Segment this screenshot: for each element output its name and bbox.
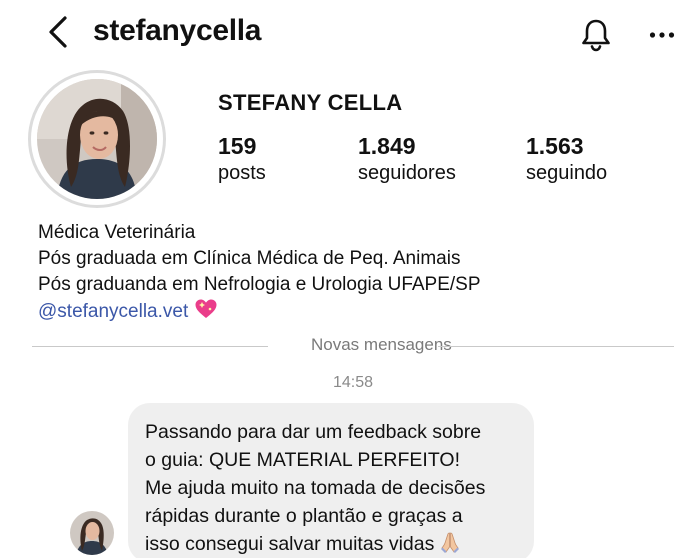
stat-following-label: seguindo — [526, 162, 608, 184]
more-options-button[interactable] — [640, 13, 684, 57]
divider-line — [438, 346, 674, 347]
message-line: Me ajuda muito na tomada de decisões — [145, 477, 486, 499]
back-button[interactable] — [38, 12, 78, 52]
bio-link-line: @stefanycella.vet — [38, 298, 481, 328]
profile-display-name: STEFANY CELLA — [218, 90, 403, 115]
profile-avatar[interactable] — [28, 70, 166, 208]
divider-label: Novas mensagens — [311, 335, 452, 354]
message-bubble[interactable]: Passando para dar um feedback sobre o gu… — [128, 403, 534, 558]
header-username: stefanycella — [93, 14, 262, 47]
stat-posts-label: posts — [218, 162, 266, 184]
bio-line: Médica Veterinária — [38, 222, 196, 243]
bio-line: Pós graduanda em Nefrologia e Urologia U… — [38, 274, 481, 295]
bell-icon — [582, 19, 610, 52]
bio-link[interactable]: @stefanycella.vet — [38, 301, 188, 322]
message-timestamp: 14:58 — [333, 374, 374, 391]
profile-header: stefanycella — [0, 0, 700, 64]
new-messages-divider: Novas mensagens — [32, 335, 674, 359]
divider-line — [32, 346, 268, 347]
sparkling-heart-icon — [194, 298, 218, 328]
message-last-line: isso consegui salvar muitas vidas — [145, 530, 518, 558]
stat-posts-value: 159 — [218, 133, 257, 159]
stat-following-value: 1.563 — [526, 133, 584, 159]
profile-bio: Médica Veterinária Pós graduada em Clíni… — [38, 220, 481, 328]
message-line: rápidas durante o plantão e graças a — [145, 505, 463, 527]
stat-following[interactable]: 1.563 seguindo — [526, 133, 607, 185]
more-horizontal-icon — [649, 32, 675, 38]
chevron-left-icon — [49, 16, 67, 48]
avatar-photo — [37, 79, 157, 199]
stat-followers[interactable]: 1.849 seguidores — [358, 133, 456, 185]
folded-hands-icon — [438, 530, 462, 558]
sender-avatar[interactable] — [70, 511, 114, 555]
message-line-text: isso consegui salvar muitas vidas — [145, 533, 435, 555]
stat-posts[interactable]: 159 posts — [218, 133, 266, 185]
bio-line: Pós graduada em Clínica Médica de Peq. A… — [38, 248, 461, 269]
message-line: Passando para dar um feedback sobre — [145, 421, 482, 443]
message-line: o guia: QUE MATERIAL PERFEITO! — [145, 449, 460, 471]
notifications-button[interactable] — [574, 13, 618, 57]
stat-followers-value: 1.849 — [358, 133, 416, 159]
stat-followers-label: seguidores — [358, 162, 456, 184]
